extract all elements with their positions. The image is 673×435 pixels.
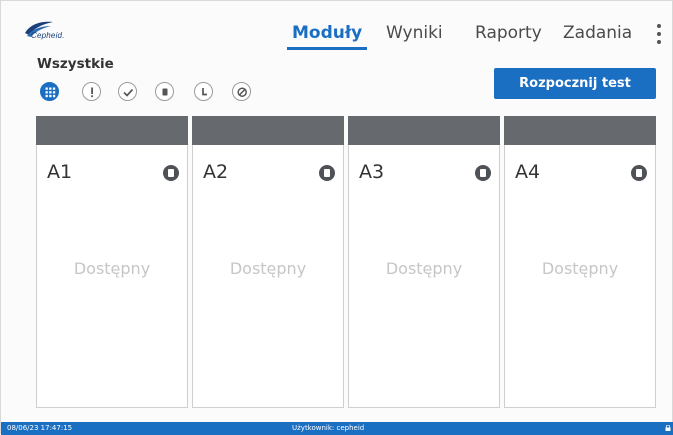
stop-icon bbox=[162, 88, 168, 96]
module-card-a3[interactable]: A3 Dostępny bbox=[348, 116, 500, 408]
active-tab-indicator bbox=[287, 47, 367, 50]
module-header-bar bbox=[192, 116, 344, 145]
check-icon bbox=[123, 88, 134, 97]
module-name: A4 bbox=[515, 161, 541, 183]
more-menu-icon[interactable] bbox=[651, 22, 667, 46]
lock-icon[interactable] bbox=[665, 425, 671, 431]
stop-icon[interactable] bbox=[163, 165, 179, 181]
tab-zadania[interactable]: Zadania bbox=[563, 23, 632, 43]
module-header-bar bbox=[36, 116, 188, 145]
filter-title: Wszystkie bbox=[37, 56, 114, 72]
module-status: Dostępny bbox=[73, 259, 151, 278]
tab-wyniki[interactable]: Wyniki bbox=[386, 23, 443, 43]
stop-icon[interactable] bbox=[631, 165, 647, 181]
module-card-a1[interactable]: A1 Dostępny bbox=[36, 116, 188, 408]
start-test-button[interactable]: Rozpocznij test bbox=[494, 68, 656, 99]
module-header-bar bbox=[504, 116, 656, 145]
filter-pending-button[interactable] bbox=[194, 82, 213, 101]
module-header-bar bbox=[348, 116, 500, 145]
grid-icon bbox=[45, 87, 56, 98]
filter-all-button[interactable] bbox=[40, 82, 59, 101]
status-datetime: 08/06/23 17:47:15 bbox=[7, 424, 73, 432]
tab-moduly[interactable]: Moduły bbox=[292, 23, 362, 43]
module-card-a4[interactable]: A4 Dostępny bbox=[504, 116, 656, 408]
filter-stopped-button[interactable] bbox=[155, 82, 174, 101]
clock-icon bbox=[202, 88, 207, 96]
app-window: Cepheid. Moduły Wyniki Raporty Zadania W… bbox=[0, 0, 673, 435]
module-status: Dostępny bbox=[229, 259, 307, 278]
module-name: A1 bbox=[47, 161, 73, 183]
alert-icon bbox=[91, 87, 93, 98]
filter-completed-button[interactable] bbox=[118, 82, 137, 101]
status-user: Użytkownik: cepheid bbox=[292, 424, 365, 432]
filter-unavailable-button[interactable] bbox=[232, 82, 251, 101]
stop-icon[interactable] bbox=[475, 165, 491, 181]
logo-text: Cepheid. bbox=[31, 31, 65, 40]
blocked-icon bbox=[237, 87, 247, 97]
status-bar: 08/06/23 17:47:15 Użytkownik: cepheid bbox=[1, 422, 673, 435]
module-name: A3 bbox=[359, 161, 385, 183]
module-status: Dostępny bbox=[385, 259, 463, 278]
tab-raporty[interactable]: Raporty bbox=[475, 23, 542, 43]
stop-icon[interactable] bbox=[319, 165, 335, 181]
module-name: A2 bbox=[203, 161, 229, 183]
filter-alert-button[interactable] bbox=[82, 82, 101, 101]
header: Cepheid. Moduły Wyniki Raporty Zadania bbox=[1, 1, 673, 51]
module-card-a2[interactable]: A2 Dostępny bbox=[192, 116, 344, 408]
module-status: Dostępny bbox=[541, 259, 619, 278]
